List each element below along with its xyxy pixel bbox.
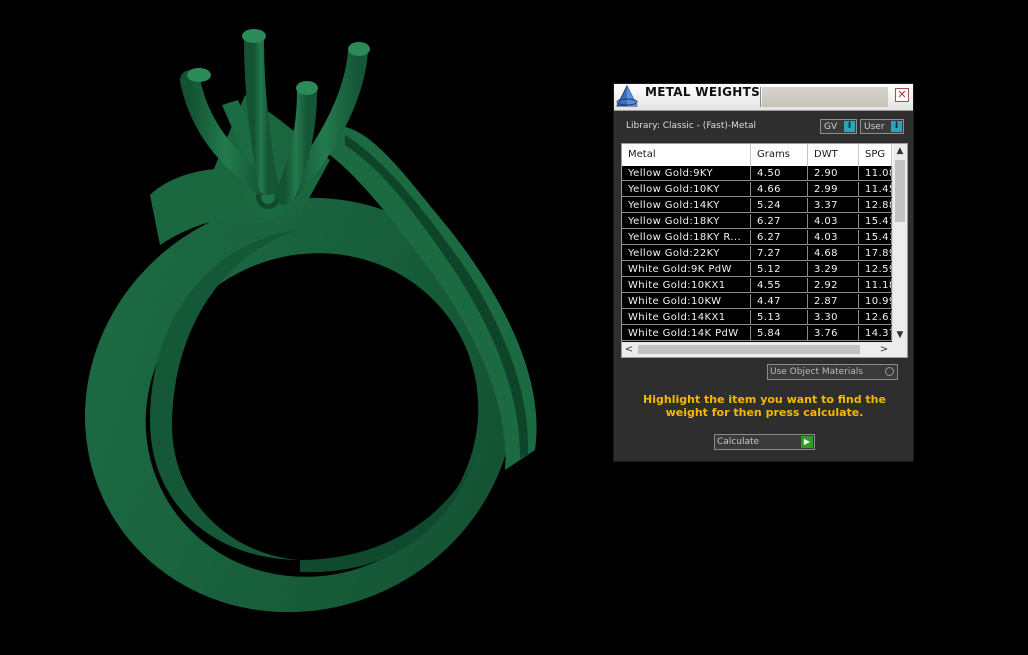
table-row[interactable]: White Gold:10KX14.552.9211.18: [622, 278, 892, 294]
table-row[interactable]: Yellow Gold:10KY4.662.9911.45: [622, 182, 892, 198]
cell-dwt: 3.29: [808, 262, 859, 277]
cell-metal: Yellow Gold:22KY: [622, 246, 751, 261]
cell-grams: 4.50: [751, 166, 808, 181]
pyramid-logo-icon: [615, 84, 641, 110]
vertical-scrollbar[interactable]: ▲ ▼: [893, 144, 907, 342]
cell-grams: 5.84: [751, 326, 808, 341]
column-header-dwt[interactable]: DWT: [808, 144, 859, 166]
table-row[interactable]: Yellow Gold:18KY6.274.0315.41: [622, 214, 892, 230]
cell-dwt: 3.30: [808, 310, 859, 325]
titlebar-divider: [760, 87, 761, 107]
table-row[interactable]: Yellow Gold:14KY5.243.3712.88: [622, 198, 892, 214]
metal-table[interactable]: Metal Grams DWT SPG Yellow Gold:9KY 4.50 2…: [621, 143, 908, 358]
table-body: Yellow Gold:9KY4.502.9011.08Yellow Gold:…: [622, 166, 892, 342]
scroll-left-icon[interactable]: <: [622, 342, 636, 357]
cell-grams: 7.27: [751, 246, 808, 261]
table-row[interactable]: White Gold:10KW4.472.8710.99: [622, 294, 892, 310]
play-arrow-icon[interactable]: ▶: [801, 436, 813, 448]
cell-metal: White Gold:10KX1: [622, 278, 751, 293]
use-object-materials-option[interactable]: Use Object Materials: [767, 364, 898, 380]
cell-grams: 6.27: [751, 214, 808, 229]
cell-spg: 10.99: [859, 294, 892, 309]
cell-spg: 12.59: [859, 262, 892, 277]
vertical-scroll-thumb[interactable]: [895, 160, 905, 222]
metal-weights-panel: METAL WEIGHTS ✕ Library: Classic - (Fast…: [613, 83, 914, 462]
cell-dwt: 4.68: [808, 246, 859, 261]
cell-dwt: 2.87: [808, 294, 859, 309]
cell-grams: 4.55: [751, 278, 808, 293]
use-object-materials-radio[interactable]: [885, 367, 894, 376]
horizontal-scrollbar[interactable]: < >: [622, 342, 907, 357]
library-label: Library: Classic - (Fast)-Metal: [626, 121, 757, 131]
cell-grams: 4.47: [751, 294, 808, 309]
cell-spg: 11.45: [859, 182, 892, 197]
table-row[interactable]: Yellow Gold:9KY4.502.9011.08: [622, 166, 892, 182]
cell-metal: White Gold:14K PdW: [622, 326, 751, 341]
user-toggle-label: User: [864, 122, 885, 132]
cell-metal: Yellow Gold:9KY: [622, 166, 751, 181]
cell-metal: White Gold:10KW: [622, 294, 751, 309]
close-button[interactable]: ✕: [895, 88, 909, 102]
titlebar-tab: [762, 87, 888, 107]
user-toggle[interactable]: User I: [860, 119, 904, 134]
column-header-metal[interactable]: Metal: [622, 144, 751, 166]
cell-metal: Yellow Gold:18KY R...: [622, 230, 751, 245]
user-toggle-switch[interactable]: I: [891, 121, 902, 132]
cell-metal: White Gold:9K PdW: [622, 262, 751, 277]
cell-dwt: 3.37: [808, 198, 859, 213]
cell-metal: Yellow Gold:14KY: [622, 198, 751, 213]
cell-metal: Yellow Gold:10KY: [622, 182, 751, 197]
cell-spg: 14.37: [859, 326, 892, 341]
instruction-text: Highlight the item you want to find the …: [643, 393, 886, 419]
cell-spg: 11.18: [859, 278, 892, 293]
column-header-spg[interactable]: SPG: [859, 144, 892, 166]
cell-dwt: 2.99: [808, 182, 859, 197]
table-row[interactable]: White Gold:14KX15.133.3012.61: [622, 310, 892, 326]
gv-toggle[interactable]: GV I: [820, 119, 857, 134]
cell-spg: 15.41: [859, 230, 892, 245]
table-row[interactable]: White Gold:14K PdW5.843.7614.37: [622, 326, 892, 342]
cell-spg: 12.88: [859, 198, 892, 213]
table-row[interactable]: White Gold:9K PdW5.123.2912.59: [622, 262, 892, 278]
scroll-right-icon[interactable]: >: [877, 342, 891, 357]
table-row[interactable]: Yellow Gold:18KY R...6.274.0315.41: [622, 230, 892, 246]
table-header: Metal Grams DWT SPG: [622, 144, 907, 166]
use-object-materials-label: Use Object Materials: [770, 367, 864, 377]
cell-grams: 5.13: [751, 310, 808, 325]
cell-dwt: 3.76: [808, 326, 859, 341]
scroll-up-icon[interactable]: ▲: [893, 144, 907, 158]
gv-toggle-label: GV: [824, 122, 838, 132]
cell-spg: 11.08: [859, 166, 892, 181]
horizontal-scroll-thumb[interactable]: [638, 345, 860, 354]
cell-spg: 17.89: [859, 246, 892, 261]
panel-titlebar[interactable]: METAL WEIGHTS ✕: [614, 84, 913, 111]
cell-dwt: 4.03: [808, 230, 859, 245]
scroll-down-icon[interactable]: ▼: [893, 328, 907, 342]
cell-dwt: 2.92: [808, 278, 859, 293]
cell-grams: 6.27: [751, 230, 808, 245]
cell-spg: 15.41: [859, 214, 892, 229]
cell-grams: 5.12: [751, 262, 808, 277]
calculate-label: Calculate: [717, 437, 760, 447]
cell-spg: 12.61: [859, 310, 892, 325]
panel-title: METAL WEIGHTS: [645, 85, 761, 99]
cell-dwt: 4.03: [808, 214, 859, 229]
cell-dwt: 2.90: [808, 166, 859, 181]
column-header-grams[interactable]: Grams: [751, 144, 808, 166]
calculate-button[interactable]: Calculate ▶: [714, 434, 815, 450]
cell-metal: White Gold:14KX1: [622, 310, 751, 325]
table-row[interactable]: Yellow Gold:22KY7.274.6817.89: [622, 246, 892, 262]
cell-grams: 5.24: [751, 198, 808, 213]
cell-grams: 4.66: [751, 182, 808, 197]
gv-toggle-switch[interactable]: I: [844, 121, 855, 132]
cell-metal: Yellow Gold:18KY: [622, 214, 751, 229]
